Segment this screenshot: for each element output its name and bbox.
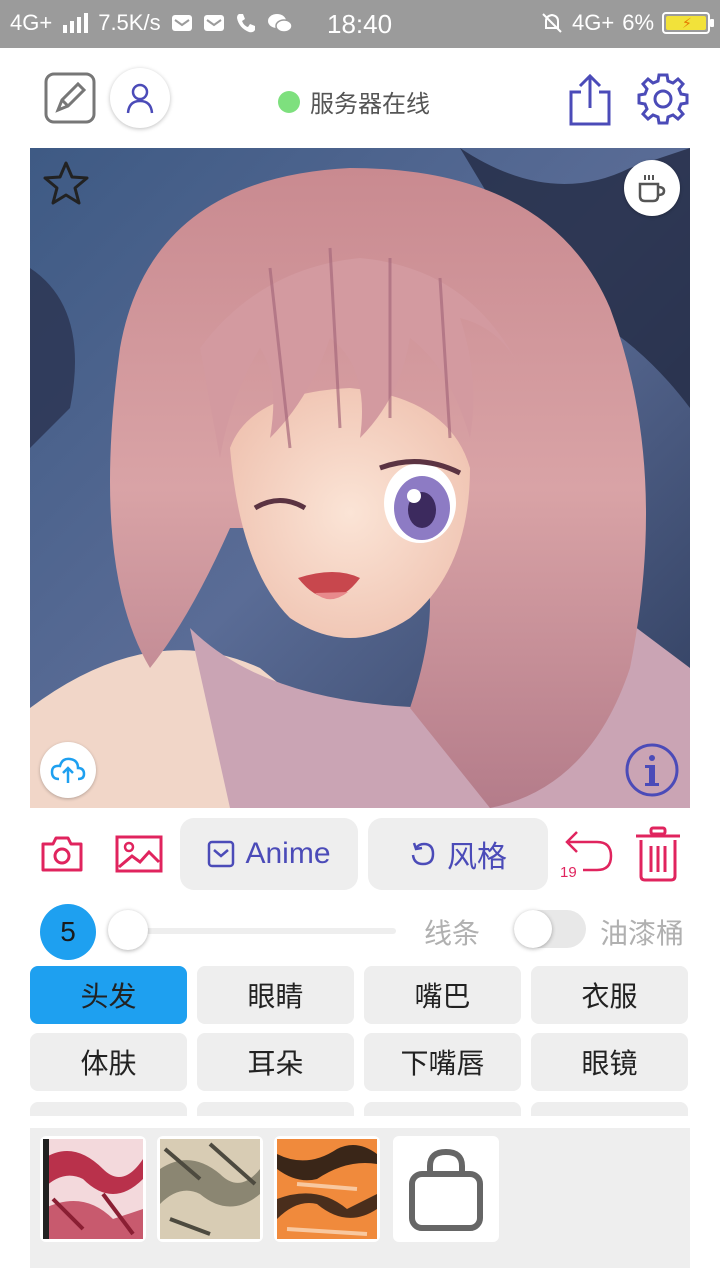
part-chip[interactable]: [364, 1102, 521, 1116]
texture-red-white: [43, 1139, 143, 1239]
part-chip[interactable]: [531, 1102, 688, 1116]
phone-icon: [236, 14, 255, 33]
anime-label: Anime: [245, 837, 331, 870]
part-label: 眼镜: [581, 1048, 638, 1079]
part-chip-glasses[interactable]: 眼镜: [531, 1033, 688, 1091]
image-icon: [115, 835, 163, 873]
trash-icon: [636, 826, 680, 882]
edit-button[interactable]: [40, 68, 100, 128]
mail-icon: [203, 15, 224, 31]
online-dot: [278, 90, 300, 113]
mute-bell-icon: [542, 13, 562, 33]
share-button[interactable]: [562, 70, 618, 130]
mail-icon: [171, 15, 192, 31]
part-label: 嘴巴: [414, 981, 471, 1012]
upload-cloud-icon: [50, 757, 86, 783]
bucket-label: 油漆桶: [600, 918, 685, 949]
star-icon: [43, 161, 89, 205]
share-icon: [569, 73, 611, 126]
anime-portrait-image: [30, 148, 690, 808]
info-icon: [625, 743, 679, 797]
brush-size-badge: 5: [40, 904, 96, 960]
part-label: 体肤: [80, 1048, 137, 1079]
texture-swatch[interactable]: [157, 1136, 263, 1242]
action-toolbar: Anime 风格 19: [30, 818, 690, 890]
part-label: 头发: [80, 981, 137, 1012]
lines-label: 线条: [424, 918, 481, 949]
texture-orange-tiger: [277, 1139, 377, 1239]
part-chip-eyes[interactable]: 眼睛: [197, 966, 354, 1024]
style-button[interactable]: 风格: [368, 818, 548, 890]
info-button[interactable]: [624, 742, 680, 798]
part-selector: 头发 眼睛 嘴巴 衣服 体肤 耳朵 下嘴唇 眼镜: [30, 966, 690, 1116]
settings-button[interactable]: [634, 70, 692, 128]
more-textures-button[interactable]: [393, 1136, 499, 1242]
generated-image-canvas[interactable]: [30, 148, 690, 808]
edit-icon: [44, 72, 96, 124]
status-bar: 4G+ 7.5K/s 18:40 4G+ 6% ⚡: [0, 0, 720, 48]
clock: 18:40: [327, 9, 393, 39]
brush-size-track[interactable]: [128, 928, 396, 934]
part-chip[interactable]: [30, 1102, 187, 1116]
refresh-icon: [411, 842, 435, 866]
user-icon: [126, 83, 154, 114]
delete-button[interactable]: [630, 824, 686, 884]
wechat-icon: [267, 14, 293, 33]
part-label: 眼睛: [247, 981, 304, 1012]
anime-model-button[interactable]: Anime: [180, 818, 358, 890]
battery-icon: ⚡: [662, 12, 714, 34]
coffee-button[interactable]: [624, 160, 680, 216]
network-type: 4G+: [10, 10, 53, 35]
style-label: 风格: [447, 841, 507, 874]
upload-button[interactable]: [40, 742, 96, 798]
shopping-bag-icon: [409, 1148, 483, 1231]
server-status: 服务器在线: [278, 84, 430, 119]
profile-button[interactable]: [110, 68, 170, 128]
part-chip[interactable]: [197, 1102, 354, 1116]
part-chip-mouth[interactable]: 嘴巴: [364, 966, 521, 1024]
texture-tray: [30, 1128, 690, 1268]
part-chip-clothes[interactable]: 衣服: [531, 966, 688, 1024]
camera-icon: [41, 836, 83, 872]
coffee-icon: [638, 175, 666, 203]
undo-button[interactable]: 19: [560, 824, 616, 882]
gallery-button[interactable]: [112, 832, 166, 876]
paint-bucket-toggle[interactable]: [514, 910, 586, 948]
signal-icon: [63, 13, 89, 33]
battery-percent: 6%: [622, 10, 654, 35]
undo-count: 19: [560, 864, 577, 881]
inbox-icon: [208, 840, 235, 868]
network-speed: 7.5K/s: [98, 10, 161, 35]
server-status-label: 服务器在线: [310, 91, 430, 118]
texture-olive-gray: [160, 1139, 260, 1239]
network-type-right: 4G+: [572, 10, 615, 35]
part-chip-lower-lip[interactable]: 下嘴唇: [364, 1033, 521, 1091]
part-label: 下嘴唇: [400, 1048, 485, 1079]
brush-size-slider-handle[interactable]: [108, 910, 148, 950]
part-label: 衣服: [581, 981, 638, 1012]
camera-button[interactable]: [38, 832, 86, 876]
part-chip-skin[interactable]: 体肤: [30, 1033, 187, 1091]
texture-swatch[interactable]: [274, 1136, 380, 1242]
brush-controls: 5 线条 油漆桶: [40, 902, 690, 960]
part-label: 耳朵: [247, 1048, 304, 1079]
part-chip-hair[interactable]: 头发: [30, 966, 187, 1024]
texture-swatch[interactable]: [40, 1136, 146, 1242]
favorite-button[interactable]: [40, 158, 92, 210]
gear-icon: [637, 73, 689, 125]
top-bar: 服务器在线: [0, 48, 720, 148]
part-chip-ears[interactable]: 耳朵: [197, 1033, 354, 1091]
